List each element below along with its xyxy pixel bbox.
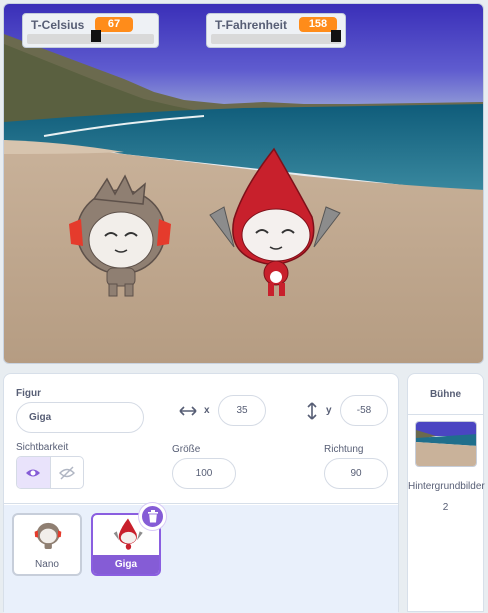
horizontal-arrows-icon: [179, 406, 197, 416]
backdrops-label: Hintergrundbilder: [408, 481, 485, 492]
sprite-name: Nano: [35, 559, 59, 570]
size-input[interactable]: 100: [172, 458, 236, 489]
visibility-label: Sichtbarkeit: [16, 442, 69, 453]
sprite-pane: Figur Giga x 35 y -58 Sichtbarkeit Größe…: [3, 373, 399, 613]
monitor-celsius[interactable]: T-Celsius 67: [22, 13, 159, 48]
hide-button[interactable]: [51, 457, 84, 488]
backdrop-thumbnail[interactable]: [415, 421, 477, 467]
slider-track[interactable]: [27, 30, 154, 44]
beach-thumbnail-image: [416, 422, 476, 466]
vertical-arrows-icon: [307, 402, 317, 420]
slider-knob[interactable]: [331, 30, 341, 42]
trash-icon: [147, 510, 158, 523]
stage-selector[interactable]: Bühne Hintergrundbilder 2: [407, 373, 485, 612]
backdrops-count: 2: [442, 502, 449, 513]
x-input[interactable]: 35: [218, 395, 266, 426]
stage-title: Bühne: [408, 374, 483, 415]
sprite-list: Nano Giga: [4, 505, 398, 613]
direction-label: Richtung: [324, 444, 364, 455]
sprite-label: Figur: [16, 388, 41, 399]
sprite-info: Figur Giga x 35 y -58 Sichtbarkeit Größe…: [4, 374, 398, 504]
monitor-fahrenheit[interactable]: T-Fahrenheit 158: [206, 13, 346, 48]
show-button[interactable]: [17, 457, 51, 488]
sprite-name-input[interactable]: Giga: [16, 402, 144, 433]
visibility-toggle: [16, 456, 84, 489]
y-label: y: [326, 405, 332, 416]
stage[interactable]: T-Celsius 67 T-Fahrenheit 158: [3, 3, 484, 364]
monitor-label: T-Celsius: [31, 18, 85, 32]
eye-off-icon: [58, 466, 75, 479]
nano-thumbnail-image: [34, 522, 62, 549]
direction-input[interactable]: 90: [324, 458, 388, 489]
slider-knob[interactable]: [91, 30, 101, 42]
sprite-name: Giga: [114, 559, 138, 570]
size-label: Größe: [172, 444, 201, 455]
x-label: x: [204, 405, 210, 416]
nano-sprite[interactable]: [59, 174, 189, 299]
delete-sprite-button[interactable]: [139, 503, 166, 530]
slider-track[interactable]: [211, 30, 341, 44]
giga-sprite[interactable]: [204, 147, 344, 299]
monitor-label: T-Fahrenheit: [215, 18, 288, 32]
eye-icon: [26, 469, 41, 476]
y-input[interactable]: -58: [340, 395, 388, 426]
sprite-thumbnail-nano[interactable]: Nano: [12, 513, 82, 576]
